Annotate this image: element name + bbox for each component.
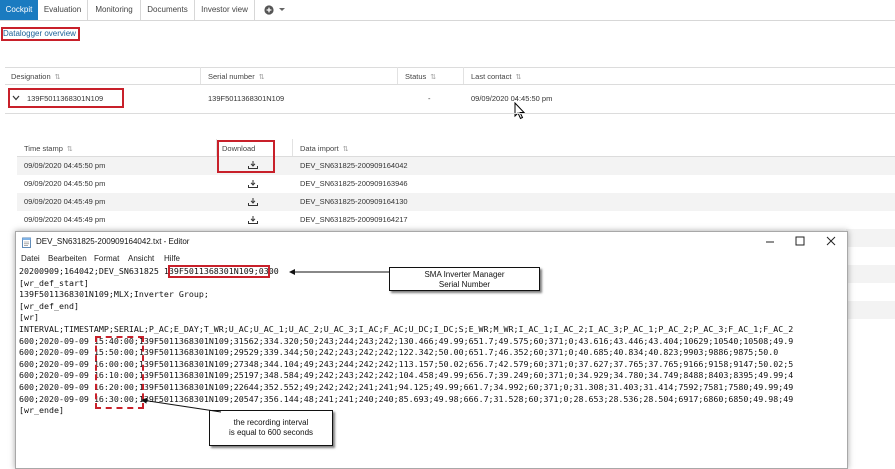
mouse-cursor-icon: [514, 102, 526, 120]
tab-evaluation[interactable]: Evaluation: [38, 0, 88, 20]
file-data-import[interactable]: DEV_SN631825-200909164042: [300, 161, 408, 170]
plus-circle-icon: [264, 5, 274, 15]
notepad-window: DEV_SN631825-200909164042.txt - Editor D…: [15, 231, 848, 469]
highlight-box-designation: [8, 88, 124, 108]
highlight-box-section-title: [1, 27, 80, 41]
tab-monitoring[interactable]: Monitoring: [88, 0, 141, 20]
column-header-designation[interactable]: Designation ⇅: [11, 72, 60, 81]
file-data-import[interactable]: DEV_SN631825-200909164217: [300, 215, 408, 224]
divider: [5, 84, 895, 85]
chevron-down-icon: [279, 8, 285, 11]
download-icon[interactable]: [248, 180, 258, 188]
add-tab-button[interactable]: [262, 0, 290, 20]
column-header-last-contact[interactable]: Last contact ⇅: [471, 72, 521, 81]
device-status: -: [428, 94, 431, 103]
divider: [5, 113, 895, 114]
column-header-time-stamp[interactable]: Time stamp ⇅: [24, 144, 73, 153]
file-time-stamp: 09/09/2020 04:45:49 pm: [24, 215, 106, 224]
file-data-import[interactable]: DEV_SN631825-200909163946: [300, 179, 408, 188]
top-tab-bar: Cockpit Evaluation Monitoring Documents …: [0, 0, 895, 21]
column-header-serial-number[interactable]: Serial number ⇅: [208, 72, 265, 81]
annotation-arrows: [141, 269, 389, 413]
divider: [5, 67, 895, 68]
column-header-status[interactable]: Status ⇅: [405, 72, 436, 81]
file-time-stamp: 09/09/2020 04:45:49 pm: [24, 197, 106, 206]
tab-cockpit[interactable]: Cockpit: [0, 0, 38, 20]
tab-documents[interactable]: Documents: [141, 0, 195, 20]
download-icon[interactable]: [248, 198, 258, 206]
file-time-stamp: 09/09/2020 04:45:50 pm: [24, 179, 106, 188]
tab-investor-view[interactable]: Investor view: [195, 0, 255, 20]
device-last-contact: 09/09/2020 04:45:50 pm: [471, 94, 553, 103]
file-data-import[interactable]: DEV_SN631825-200909164130: [300, 197, 408, 206]
device-serial-number: 139F5011368301N109: [208, 94, 285, 103]
download-icon[interactable]: [248, 216, 258, 224]
file-time-stamp: 09/09/2020 04:45:50 pm: [24, 161, 106, 170]
highlight-box-download: [217, 140, 275, 173]
column-header-data-import[interactable]: Data import ⇅: [300, 144, 349, 153]
